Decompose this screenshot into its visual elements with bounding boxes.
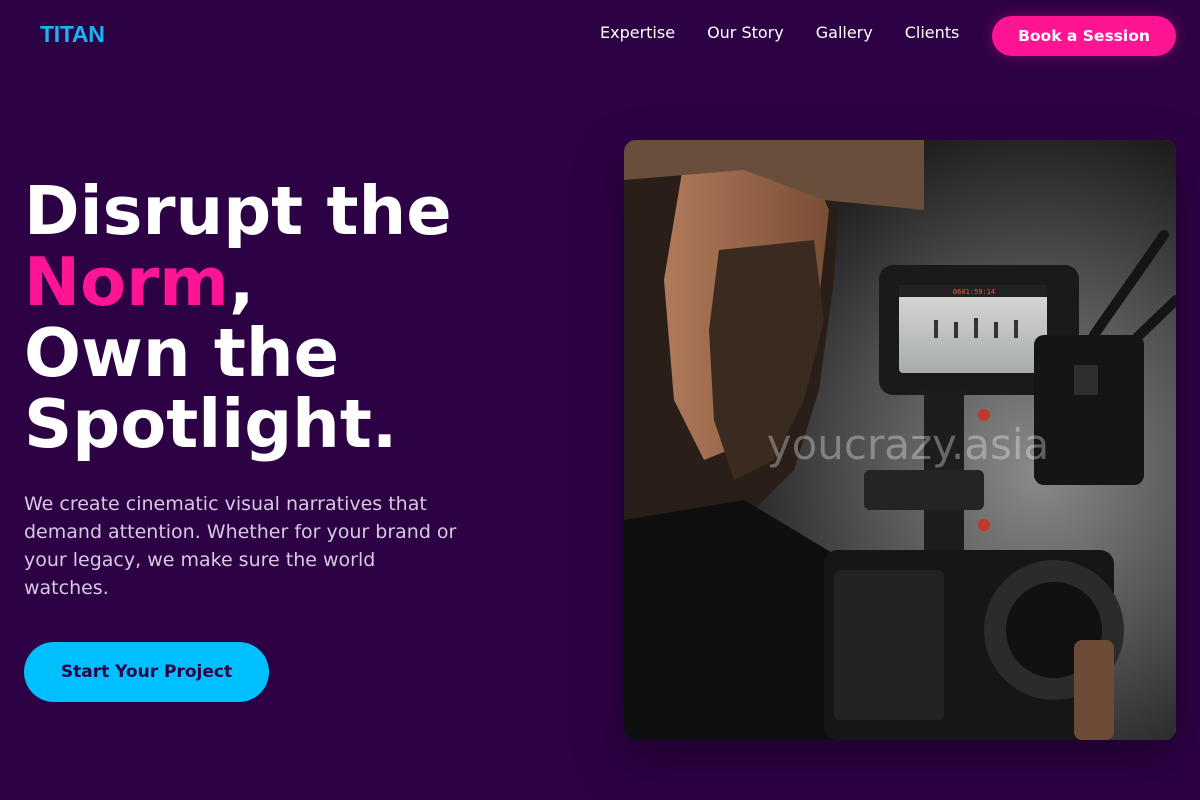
brand-logo[interactable]: TITAN (40, 21, 105, 48)
image-watermark: youcrazy.asia (766, 420, 1050, 469)
book-session-button[interactable]: Book a Session (992, 16, 1176, 56)
nav-link-our-story[interactable]: Our Story (707, 23, 784, 43)
headline-line-1: Disrupt the (24, 172, 452, 250)
headline-comma: , (228, 243, 255, 321)
hero-headline: Disrupt the Norm, Own the Spotlight. (24, 176, 584, 460)
start-project-button[interactable]: Start Your Project (24, 642, 269, 702)
headline-accent-word: Norm (24, 243, 229, 321)
hero-description: We create cinematic visual narratives th… (24, 493, 457, 599)
nav-link-expertise[interactable]: Expertise (600, 23, 675, 43)
headline-line-4: Spotlight. (24, 385, 398, 463)
main-nav: Expertise Our Story Gallery Clients (600, 23, 991, 43)
hero-image: 0601:59:14 youcrazy.asia (624, 140, 1176, 740)
nav-link-gallery[interactable]: Gallery (816, 23, 873, 43)
monitor-readout: 0601:59:14 (953, 288, 995, 296)
headline-line-3: Own the (24, 314, 340, 392)
nav-link-clients[interactable]: Clients (905, 23, 960, 43)
